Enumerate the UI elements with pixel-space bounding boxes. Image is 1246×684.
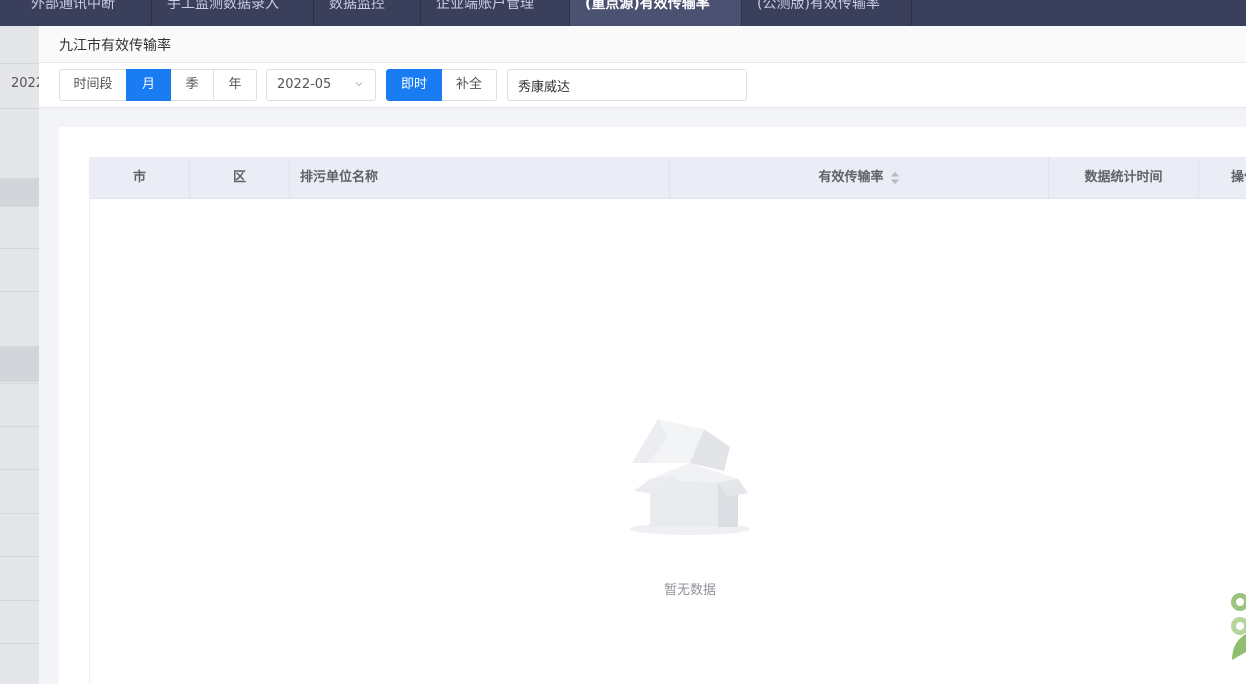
company-search-input[interactable] xyxy=(507,69,747,101)
column-header-district: 区 xyxy=(190,157,290,199)
rate-panel: 九江市有效传输率 时间段 月 季 年 2022-05 即时 补全 市 区 排污单… xyxy=(39,26,1246,684)
sort-icon[interactable] xyxy=(890,171,900,185)
tab-key-source-rate[interactable]: (重点源)有效传输率 xyxy=(570,0,742,26)
tab-data-monitor[interactable]: 数据监控 xyxy=(314,0,421,26)
mode-complete-button[interactable]: 补全 xyxy=(441,69,497,101)
empty-state: 暂无数据 xyxy=(90,199,1246,684)
column-header-city: 市 xyxy=(90,157,190,199)
period-month-button[interactable]: 月 xyxy=(126,69,171,101)
floating-assistant-icon[interactable] xyxy=(1228,590,1246,662)
empty-box-icon xyxy=(630,419,750,535)
column-header-company: 排污单位名称 xyxy=(290,157,670,199)
period-quarter-button[interactable]: 季 xyxy=(170,69,214,101)
background-page: 2022 xyxy=(0,26,39,684)
chevron-down-icon xyxy=(355,82,363,87)
rate-table: 市 区 排污单位名称 有效传输率 数据统计时间 操作 xyxy=(89,157,1246,684)
table-card: 市 区 排污单位名称 有效传输率 数据统计时间 操作 xyxy=(59,127,1246,684)
tab-manual-entry[interactable]: 手工监测数据录入 xyxy=(152,0,314,26)
tab-enterprise-accounts[interactable]: 企业端账户管理 xyxy=(421,0,570,26)
filter-toolbar: 时间段 月 季 年 2022-05 即时 补全 xyxy=(39,63,1246,108)
period-year-button[interactable]: 年 xyxy=(213,69,257,101)
column-header-rate[interactable]: 有效传输率 xyxy=(670,157,1049,199)
month-picker-value: 2022-05 xyxy=(277,77,332,92)
tab-external-comm[interactable]: 外部通讯中断 xyxy=(16,0,152,26)
tab-beta-rate[interactable]: (公测版)有效传输率 xyxy=(742,0,912,26)
column-header-actions: 操作 xyxy=(1231,170,1246,185)
mode-realtime-button[interactable]: 即时 xyxy=(386,69,442,101)
background-year: 2022 xyxy=(11,76,39,91)
top-tab-bar: 外部通讯中断 手工监测数据录入 数据监控 企业端账户管理 (重点源)有效传输率 … xyxy=(0,0,1246,26)
mode-button-group: 即时 补全 xyxy=(386,69,497,101)
period-range-button[interactable]: 时间段 xyxy=(59,69,127,101)
column-header-rate-label: 有效传输率 xyxy=(818,170,884,185)
period-button-group: 时间段 月 季 年 xyxy=(59,69,257,101)
month-picker[interactable]: 2022-05 xyxy=(266,69,376,101)
table-header: 市 区 排污单位名称 有效传输率 数据统计时间 操作 xyxy=(90,157,1246,199)
panel-header: 九江市有效传输率 xyxy=(39,26,1246,63)
empty-text: 暂无数据 xyxy=(663,583,716,598)
panel-title: 九江市有效传输率 xyxy=(59,38,171,54)
column-header-stat-time: 数据统计时间 xyxy=(1049,157,1199,199)
